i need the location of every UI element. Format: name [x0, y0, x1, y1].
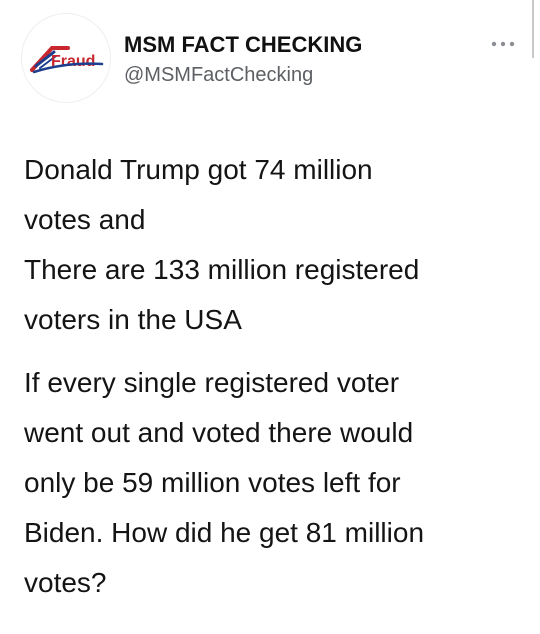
- tweet-line: votes?: [24, 567, 107, 598]
- tweet-line: Donald Trump got 74 million: [24, 154, 373, 185]
- tweet-card: Fraud MSM FACT CHECKING @MSMFactChecking…: [0, 0, 540, 634]
- avatar[interactable]: Fraud: [22, 14, 110, 102]
- fraud-logo-icon: Fraud: [30, 46, 104, 74]
- tweet-line: Biden. How did he get 81 million: [24, 517, 425, 548]
- scroll-edge: [532, 0, 534, 58]
- tweet-line: went out and voted there would: [24, 417, 414, 448]
- tweet-line: If every single registered voter: [24, 367, 400, 398]
- tweet-header: Fraud MSM FACT CHECKING @MSMFactChecking: [0, 0, 540, 120]
- tweet-line: votes and: [24, 204, 146, 235]
- more-options-icon[interactable]: [486, 34, 520, 54]
- tweet-line: There are 133 million registered: [24, 254, 420, 285]
- tweet-line: only be 59 million votes left for: [24, 467, 401, 498]
- display-name[interactable]: MSM FACT CHECKING: [124, 32, 362, 58]
- tweet-line: voters in the USA: [24, 304, 242, 335]
- tweet-paragraph-2: If every single registered voter went ou…: [24, 358, 524, 608]
- user-handle[interactable]: @MSMFactChecking: [124, 64, 313, 87]
- tweet-paragraph-1: Donald Trump got 74 million votes and Th…: [24, 145, 524, 345]
